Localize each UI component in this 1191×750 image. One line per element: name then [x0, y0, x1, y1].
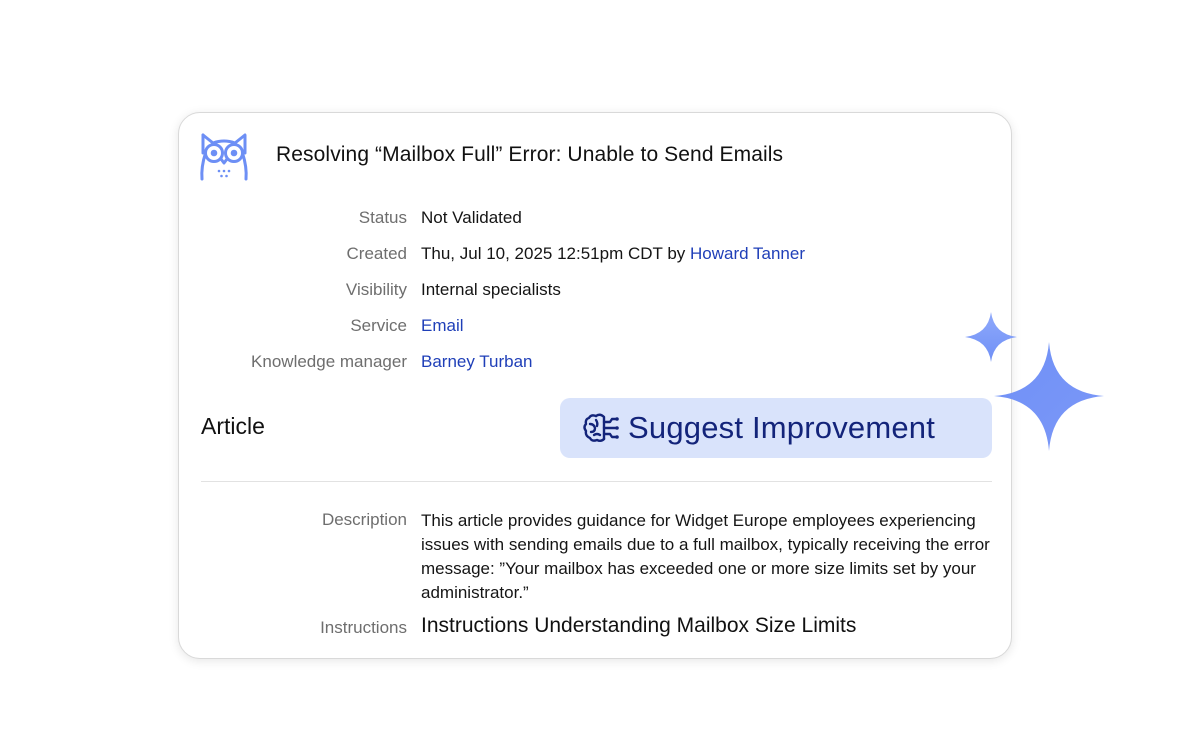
visibility-value: Internal specialists [421, 280, 561, 299]
status-value: Not Validated [421, 208, 522, 227]
section-divider [201, 481, 992, 482]
knowledge-manager-label: Knowledge manager [251, 352, 407, 371]
created-row: Thu, Jul 10, 2025 12:51pm CDT by Howard … [421, 244, 805, 264]
brain-circuit-icon [583, 413, 619, 442]
article-title: Resolving “Mailbox Full” Error: Unable t… [276, 143, 784, 166]
created-value: Thu, Jul 10, 2025 12:51pm CDT by [421, 244, 686, 263]
instructions-label: Instructions [320, 618, 407, 637]
owl-icon [200, 133, 248, 181]
sparkle-large [994, 342, 1104, 451]
sparkle-icon [965, 312, 1104, 451]
description-label: Description [321, 510, 407, 529]
sparkle-small [965, 312, 1017, 362]
status-label: Status [358, 208, 407, 227]
suggest-improvement-label: Suggest Improvement [628, 410, 936, 445]
instructions-value: Instructions Understanding Mailbox Size … [421, 614, 857, 637]
stage: Resolving “Mailbox Full” Error: Unable t… [0, 0, 1191, 750]
description-value: This article provides guidance for Widge… [421, 511, 990, 602]
visibility-label: Visibility [345, 280, 407, 299]
article-section-heading: Article [201, 413, 265, 439]
service-link[interactable]: Email [421, 316, 464, 336]
knowledge-manager-link[interactable]: Barney Turban [421, 352, 533, 372]
service-label: Service [350, 316, 407, 335]
created-label: Created [346, 244, 407, 263]
article-card: Resolving “Mailbox Full” Error: Unable t… [178, 112, 1012, 659]
created-by-link[interactable]: Howard Tanner [690, 244, 805, 263]
suggest-improvement-button[interactable]: Suggest Improvement [560, 398, 992, 458]
